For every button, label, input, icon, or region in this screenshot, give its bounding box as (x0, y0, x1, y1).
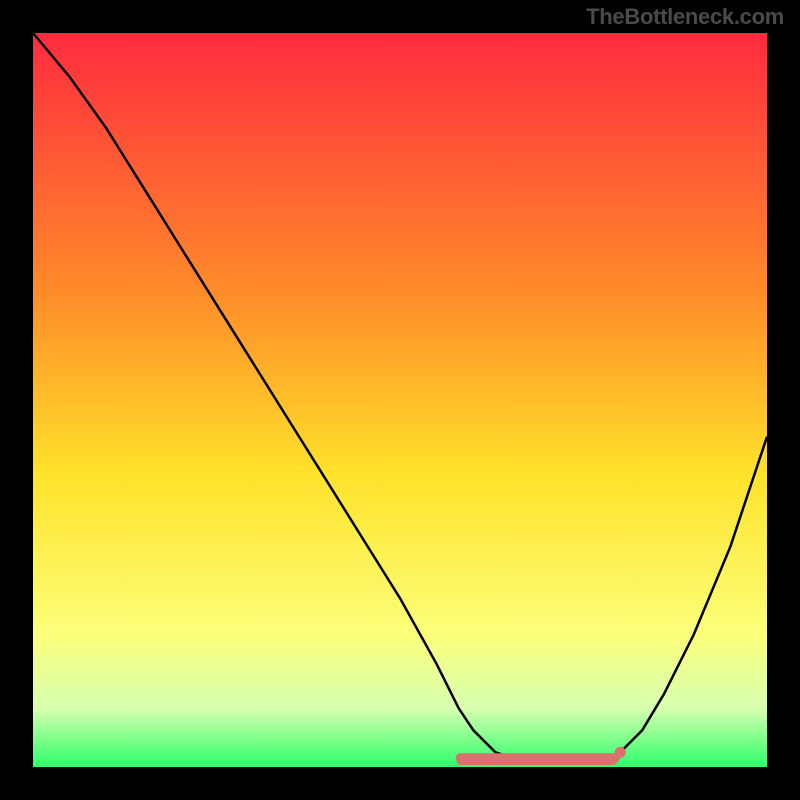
plot-background (33, 33, 767, 767)
marker-dot (615, 747, 626, 758)
optimal-zone-ribbon (456, 753, 621, 765)
bottleneck-chart (0, 0, 800, 800)
watermark-text: TheBottleneck.com (586, 4, 784, 30)
